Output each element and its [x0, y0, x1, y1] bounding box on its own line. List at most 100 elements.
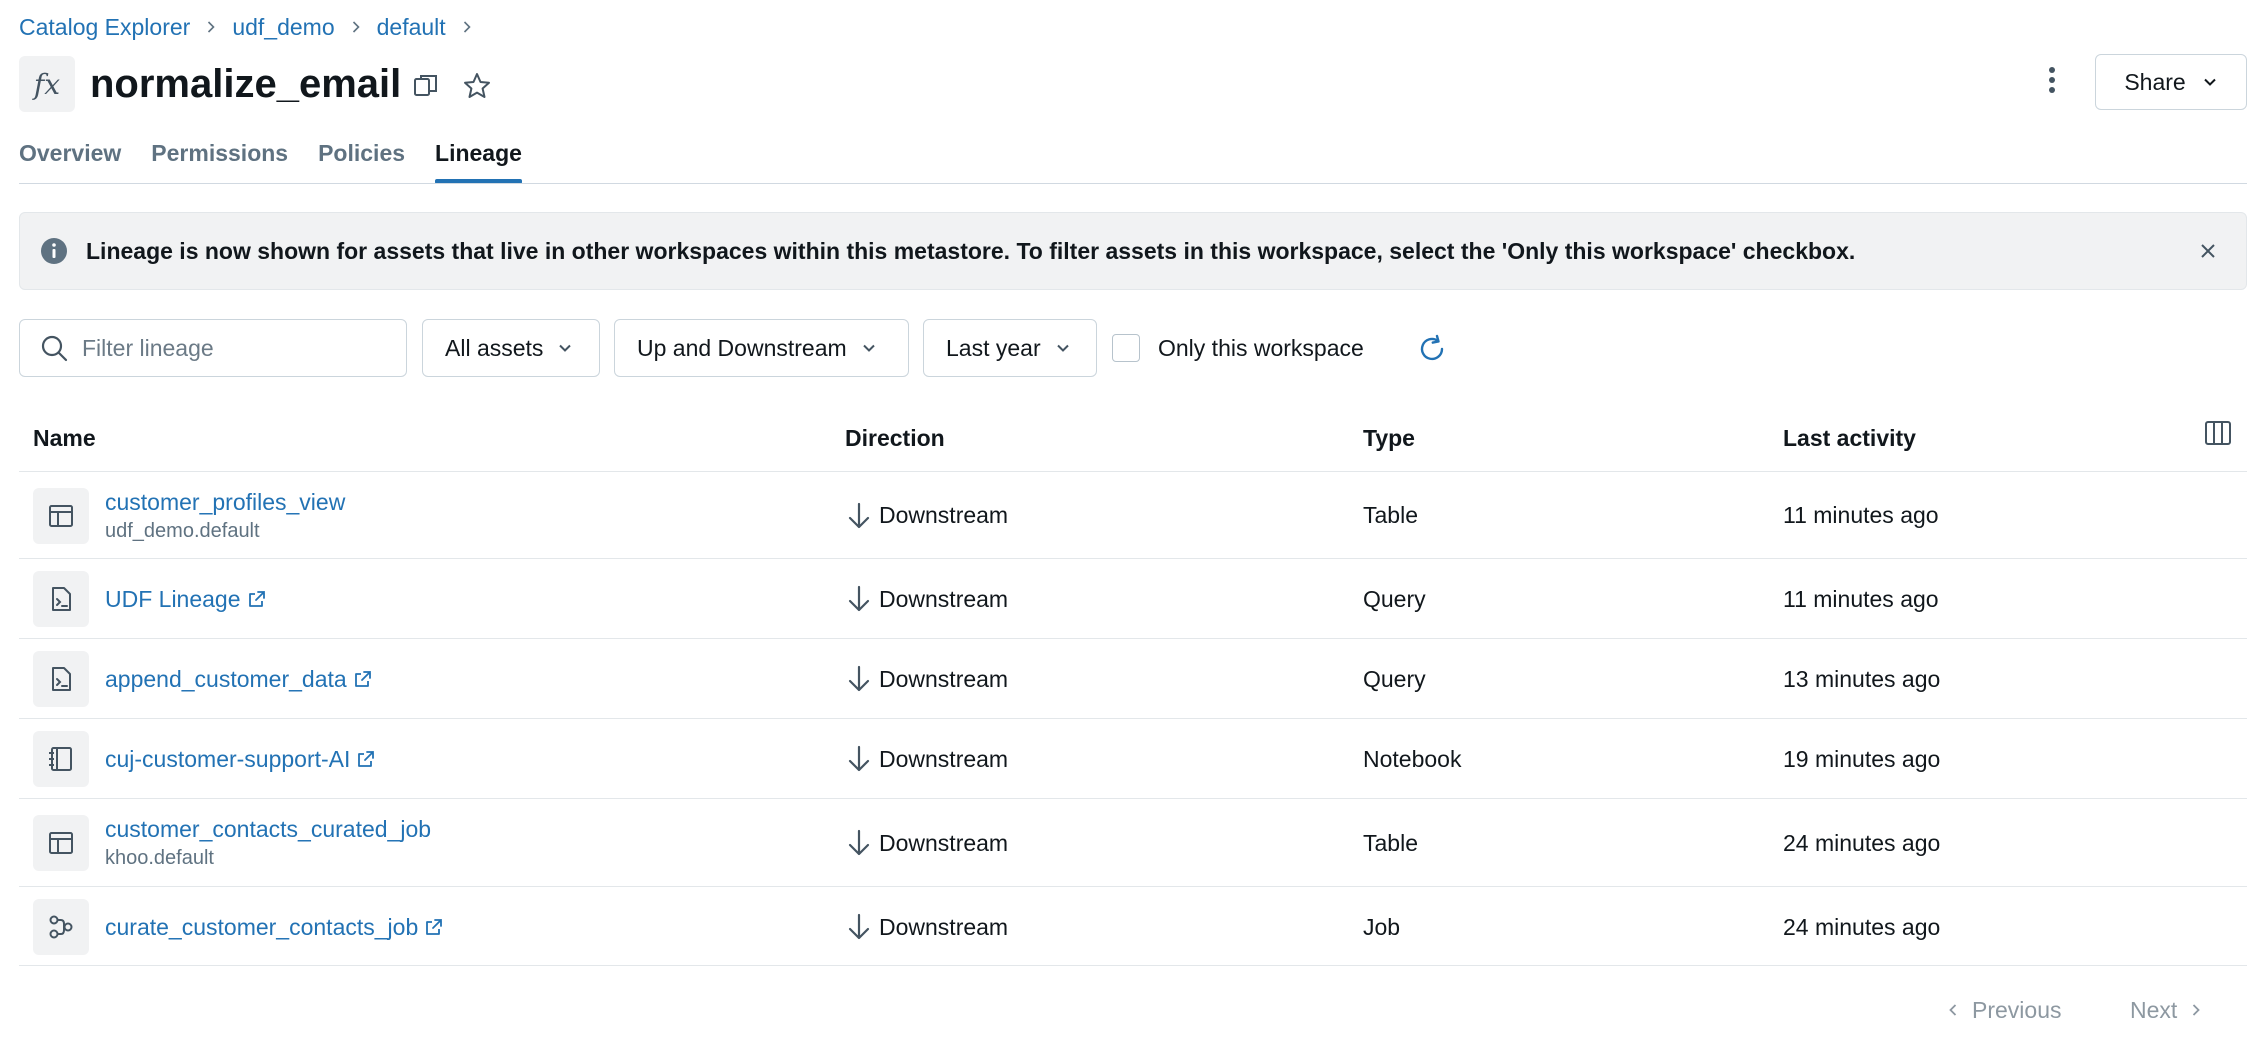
chevron-down-icon [2203, 78, 2216, 86]
tab-divider [19, 183, 2247, 184]
direction-text: Downstream [879, 502, 1009, 528]
column-header-type[interactable]: Type [1363, 421, 1415, 455]
asset-link[interactable]: cuj-customer-support-AI [105, 746, 376, 773]
asset-link[interactable]: customer_contacts_curated_job [105, 816, 431, 843]
type-cell: Notebook [1363, 745, 1462, 772]
direction-text: Downstream [879, 665, 1009, 692]
arrow-down-icon [845, 664, 879, 694]
last-activity-cell: 19 minutes ago [1783, 745, 1941, 772]
search-icon [41, 335, 68, 362]
last-activity-cell: 13 minutes ago [1783, 665, 1941, 692]
direction-dropdown[interactable]: Up and Downstream [614, 319, 909, 377]
asset-path: udf_demo.default [105, 519, 260, 542]
direction-text: Downstream [879, 913, 1009, 940]
tab-lineage[interactable]: Lineage [435, 136, 522, 184]
star-icon[interactable] [462, 71, 492, 101]
name-cell: customer_contacts_curated_job khoo.defaul… [105, 799, 431, 887]
direction-text: Downstream [879, 585, 1009, 612]
name-cell: append_customer_data [105, 639, 373, 719]
last-activity-cell: 11 minutes ago [1783, 585, 1939, 612]
asset-link[interactable]: customer_profiles_view [105, 489, 345, 516]
chevron-left-icon [1949, 1004, 1957, 1016]
table-icon [33, 487, 89, 544]
column-header-name[interactable]: Name [33, 421, 96, 455]
asset-link[interactable]: append_customer_data [105, 666, 373, 693]
only-workspace-checkbox[interactable] [1112, 334, 1140, 362]
tab-permissions[interactable]: Permissions [151, 136, 288, 184]
previous-page-label: Previous [1972, 996, 2062, 1023]
name-cell: UDF Lineage [105, 559, 267, 639]
direction-cell: Downstream [845, 887, 1008, 967]
chevron-down-icon [559, 344, 572, 352]
function-icon: fx [19, 56, 75, 112]
asset-type-value: All assets [445, 334, 544, 361]
table-row[interactable]: customer_profiles_view udf_demo.default Do… [19, 471, 2247, 558]
chevron-right-icon [349, 20, 363, 34]
asset-path: khoo.default [105, 847, 214, 869]
tab-bar: Overview Permissions Policies Lineage [19, 136, 522, 184]
last-activity-cell: 24 minutes ago [1783, 829, 1941, 856]
asset-link[interactable]: curate_customer_contacts_job [105, 914, 444, 941]
type-cell: Job [1363, 913, 1401, 940]
breadcrumb-catalog[interactable]: udf_demo [232, 14, 334, 41]
chevron-right-icon [460, 20, 474, 34]
table-row[interactable]: curate_customer_contacts_job Downstream Jo… [19, 886, 2247, 966]
asset-link[interactable]: UDF Lineage [105, 586, 267, 613]
columns-icon[interactable] [2204, 419, 2234, 449]
next-page-button[interactable]: Next [2130, 992, 2203, 1028]
query-icon [33, 651, 89, 707]
chevron-down-icon [1056, 344, 1069, 352]
table-row[interactable]: cuj-customer-support-AI Downstream Noteboo… [19, 718, 2247, 798]
close-icon[interactable] [2196, 239, 2220, 263]
search-input[interactable] [82, 334, 382, 362]
breadcrumb-catalog-explorer[interactable]: Catalog Explorer [19, 14, 190, 41]
previous-page-button[interactable]: Previous [1946, 992, 2061, 1028]
breadcrumb: Catalog Explorer udf_demo default [19, 10, 488, 44]
refresh-icon[interactable] [1416, 333, 1448, 365]
chevron-right-icon [2193, 1004, 2201, 1016]
arrow-down-icon [845, 912, 879, 942]
table-row[interactable]: UDF Lineage Downstream Query 11 minutes ago [19, 558, 2247, 638]
info-banner: Lineage is now shown for assets that liv… [19, 212, 2247, 290]
external-link-icon [353, 669, 373, 689]
external-link-icon [356, 749, 376, 769]
direction-text: Downstream [879, 829, 1009, 856]
share-button-label: Share [2124, 68, 2186, 95]
table-row[interactable]: append_customer_data Downstream Query 13 mi… [19, 638, 2247, 718]
arrow-down-icon [845, 828, 879, 858]
table-icon [33, 815, 89, 871]
banner-text: Lineage is now shown for assets that liv… [86, 237, 1856, 264]
query-icon [33, 571, 89, 627]
direction-text: Downstream [879, 745, 1009, 772]
share-button[interactable]: Share [2095, 54, 2247, 110]
arrow-down-icon [845, 584, 879, 614]
last-activity-cell: 24 minutes ago [1783, 913, 1941, 940]
job-icon [33, 899, 89, 955]
table-row[interactable]: customer_contacts_curated_job khoo.defaul… [19, 798, 2247, 886]
type-cell: Query [1363, 585, 1426, 612]
only-workspace-toggle[interactable]: Only this workspace [1112, 319, 1364, 377]
type-cell: Table [1363, 502, 1418, 528]
tab-overview[interactable]: Overview [19, 136, 121, 184]
arrow-down-icon [845, 744, 879, 774]
arrow-down-icon [845, 501, 879, 531]
next-page-label: Next [2130, 996, 2178, 1023]
copy-icon[interactable] [411, 71, 441, 101]
column-header-direction[interactable]: Direction [845, 421, 945, 455]
tab-policies[interactable]: Policies [318, 136, 405, 184]
asset-type-dropdown[interactable]: All assets [422, 319, 600, 377]
direction-cell: Downstream [845, 559, 1008, 639]
column-header-last-activity[interactable]: Last activity [1783, 421, 1916, 455]
asset-name: cuj-customer-support-AI [105, 745, 351, 772]
chevron-right-icon [204, 20, 218, 34]
search-field[interactable] [19, 319, 407, 377]
time-range-value: Last year [946, 334, 1041, 361]
last-activity-cell: 11 minutes ago [1783, 502, 1939, 528]
more-options-icon[interactable] [2036, 60, 2068, 100]
asset-name: curate_customer_contacts_job [105, 913, 419, 940]
type-cell: Query [1363, 665, 1426, 692]
name-cell: customer_profiles_view udf_demo.default [105, 472, 345, 559]
breadcrumb-schema[interactable]: default [377, 14, 446, 41]
time-range-dropdown[interactable]: Last year [923, 319, 1097, 377]
page-title: normalize_email [90, 62, 402, 106]
